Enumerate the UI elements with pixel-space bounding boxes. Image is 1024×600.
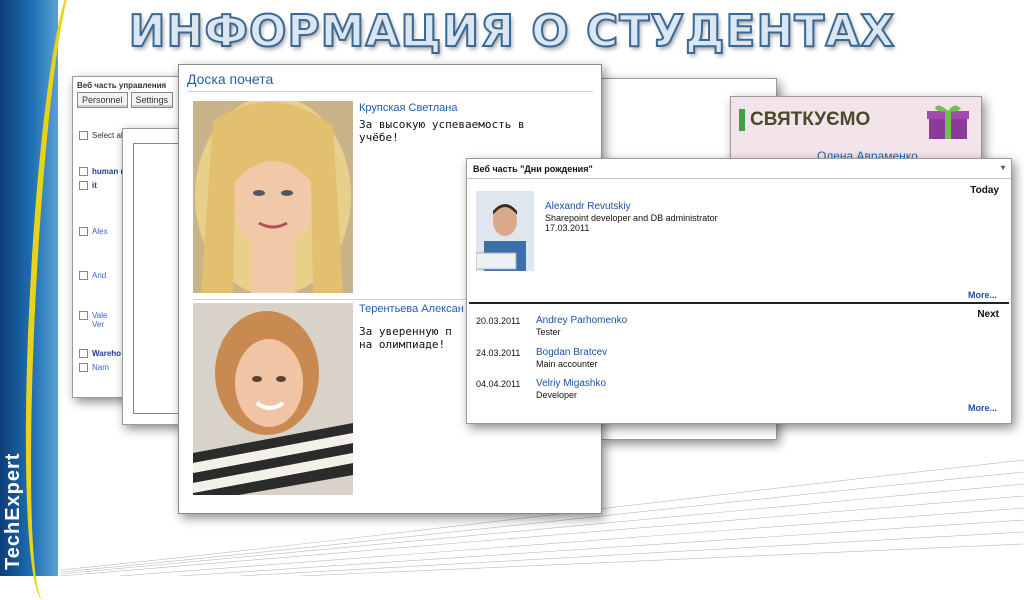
list-item[interactable]: Nam [79, 363, 109, 373]
group-row[interactable]: human r [79, 167, 124, 177]
birthday-person-name[interactable]: Alexandr Revutskiy [545, 201, 631, 212]
select-all[interactable]: Select all [79, 131, 125, 141]
birthdays-title: Веб часть "Дни рождения" [473, 164, 593, 174]
group-row[interactable]: Wareho [79, 349, 122, 359]
row-label: Alex [92, 227, 108, 236]
group-checkbox[interactable] [79, 181, 88, 191]
next-label: Next [977, 309, 999, 320]
list-item[interactable]: Vale Ver [79, 311, 107, 329]
row-checkbox[interactable] [79, 311, 88, 321]
slide-title: ИНФОРМАЦИЯ О СТУДЕНТАХ [128, 5, 896, 58]
student-photo [193, 101, 353, 293]
section-divider [469, 302, 1009, 304]
more-link-next[interactable]: More... [968, 403, 997, 413]
row-checkbox[interactable] [79, 271, 88, 281]
holiday-text: СВЯТКУЄМО [739, 109, 870, 131]
upcoming-name[interactable]: Velriy Migashko [536, 378, 606, 389]
tab-settings[interactable]: Settings [130, 92, 174, 108]
tab-personnel[interactable]: Personnel [77, 92, 128, 108]
group-label: Wareho [92, 349, 122, 358]
row-label: Nam [92, 363, 109, 372]
upcoming-role: Main accounter [536, 359, 598, 369]
upcoming-name[interactable]: Bogdan Bratcev [536, 347, 607, 358]
student-achievement: За уверенную п на олимпиаде! [359, 325, 452, 351]
upcoming-date: 04.04.2011 [476, 379, 521, 389]
more-link-today[interactable]: More... [968, 290, 997, 300]
birthday-person-role: Sharepoint developer and DB administrato… [545, 213, 718, 223]
upcoming-role: Tester [536, 327, 561, 337]
brand-logo: TechExpert [2, 452, 24, 570]
gift-icon [927, 105, 969, 139]
select-all-label: Select all [92, 131, 125, 140]
group-checkbox[interactable] [79, 349, 88, 359]
student-name[interactable]: Крупская Светлана [359, 102, 457, 114]
list-item[interactable]: And [79, 271, 107, 281]
student-name[interactable]: Терентьева Алексан [359, 303, 464, 315]
avatar [476, 191, 534, 271]
group-label: it [92, 181, 97, 190]
row-checkbox[interactable] [79, 227, 88, 237]
group-label: human r [92, 167, 124, 176]
row-label: Ver [92, 320, 105, 330]
group-row[interactable]: it [79, 181, 97, 191]
row-checkbox[interactable] [79, 363, 88, 373]
today-label: Today [970, 185, 999, 196]
birthdays-webpart: Веб часть "Дни рождения" ▾ Today Alexand… [466, 158, 1012, 424]
chevron-down-icon[interactable]: ▾ [1001, 163, 1005, 172]
student-achievement: За высокую успеваемость в учёбе! [359, 118, 525, 144]
student-photo [193, 303, 353, 495]
select-all-checkbox[interactable] [79, 131, 88, 141]
birthday-person-date: 17.03.2011 [545, 223, 590, 233]
birthdays-header: Веб часть "Дни рождения" ▾ [467, 159, 1011, 179]
honor-board-title: Доска почета [187, 71, 593, 92]
group-checkbox[interactable] [79, 167, 88, 177]
holiday-banner: СВЯТКУЄМО Олена Авраменко [730, 96, 982, 164]
upcoming-date: 24.03.2011 [476, 348, 521, 358]
row-label: Vale [92, 311, 108, 320]
upcoming-name[interactable]: Andrey Parhomenko [536, 315, 627, 326]
upcoming-role: Developer [536, 390, 578, 400]
list-item[interactable]: Alex [79, 227, 108, 237]
row-label: And [92, 271, 107, 280]
upcoming-date: 20.03.2011 [476, 316, 521, 326]
